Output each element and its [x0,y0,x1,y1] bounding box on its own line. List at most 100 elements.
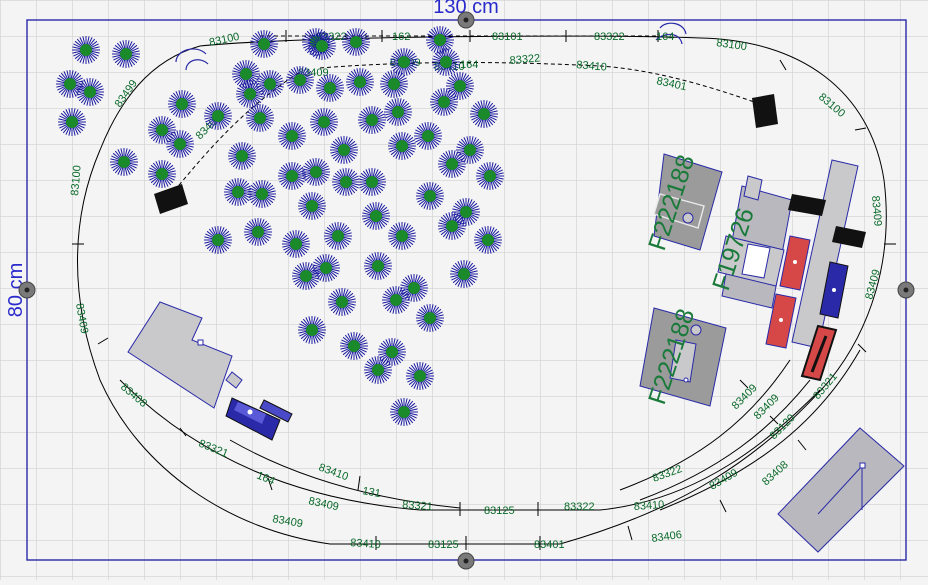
building-marker [683,377,689,383]
tree-crown [66,116,78,128]
tree-crown [318,116,330,128]
tree-crown [120,48,132,60]
building-marker [197,339,204,346]
tree-crown [454,80,466,92]
tree-crown [300,270,312,282]
tree-crown [464,144,476,156]
track-label: 164 [656,31,674,43]
tree-crown [478,108,490,120]
tree-crown [408,282,420,294]
tree-crown [348,340,360,352]
tree-crown [156,168,168,180]
track-label: 83410 [350,537,381,551]
building-marker [859,462,866,469]
tree-crown [484,170,496,182]
tree-crown [354,76,366,88]
tree-crown [440,56,452,68]
track-label: 83322 [564,501,595,513]
tree-crown [388,78,400,90]
tree-crown [434,34,446,46]
tree-crown [236,150,248,162]
tree-crown [254,112,266,124]
tree-crown [340,176,352,188]
tree-crown [372,260,384,272]
track-label: 162 [392,31,410,43]
tree-crown [398,56,410,68]
track-label: 83401 [534,539,565,551]
tree-crown [212,234,224,246]
wagon-marker [779,318,783,322]
tree-crown [290,238,302,250]
tree-crown [240,68,252,80]
tree-crown [424,312,436,324]
tree-crown [366,176,378,188]
tree-crown [332,230,344,242]
tree-crown [310,166,322,178]
track-label: 83322 [594,31,625,43]
tree-crown [396,140,408,152]
tree-crown [84,86,96,98]
tree-crown [258,38,270,50]
handle-dot [903,287,909,293]
tree-crown [156,124,168,136]
wagon-marker [832,288,836,292]
track-label: 83125 [484,505,515,517]
tree-crown [424,190,436,202]
tree-crown [446,220,458,232]
resize-handle-bottom[interactable] [457,552,475,570]
track-plan-drawing[interactable]: 130 cm 80 cm 83100 83322 162 83101 83322… [0,0,928,580]
tree-crown [386,346,398,358]
handle-dot [463,558,469,564]
tree-crown [306,324,318,336]
track-label: 83101 [492,31,523,43]
tree-crown [350,36,362,48]
tree-crown [422,130,434,142]
tree-crown [458,268,470,280]
resize-handle-top[interactable] [457,11,475,29]
tree-crown [286,170,298,182]
tree-crown [366,114,378,126]
tree-crown [438,96,450,108]
tree-crown [232,186,244,198]
tree-crown [320,262,332,274]
tree-crown [176,98,188,110]
tree-crown [414,370,426,382]
tree-crown [316,40,328,52]
tree-crown [460,206,472,218]
tree-crown [390,294,402,306]
resize-handle-right[interactable] [897,281,915,299]
tree-crown [80,44,92,56]
tree-crown [338,144,350,156]
tree-crown [398,406,410,418]
wagon-marker [793,260,797,264]
tree-crown [482,234,494,246]
tree-crown [372,364,384,376]
building-chimney [682,212,694,224]
handle-dot [24,287,30,293]
tree-crown [324,82,336,94]
tree-crown [118,156,130,168]
track-label: 83410 [633,499,664,513]
tree-crown [336,296,348,308]
tree-crown [212,110,224,122]
tree-crown [244,88,256,100]
tree-crown [264,78,276,90]
track-label: 164 [460,59,478,71]
tree-crown [64,78,76,90]
tree-crown [370,210,382,222]
resize-handle-left[interactable] [18,281,36,299]
track-label: 83125 [428,539,459,551]
tree-crown [396,230,408,242]
handle-dot [463,17,469,23]
tree-crown [306,200,318,212]
tree-crown [174,138,186,150]
tree-crown [446,158,458,170]
tree-crown [294,74,306,86]
tree-crown [392,106,404,118]
layout-canvas[interactable]: 130 cm 80 cm 83100 83322 162 83101 83322… [0,0,928,580]
tree-crown [286,130,298,142]
wagon-icon[interactable] [752,94,778,128]
locomotive-marker [247,409,253,415]
tree-crown [256,188,268,200]
tree-crown [252,226,264,238]
